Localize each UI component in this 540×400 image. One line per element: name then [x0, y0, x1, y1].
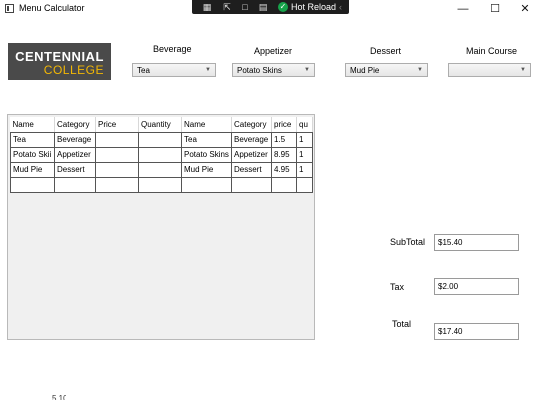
window-app-icon	[5, 4, 14, 13]
column-header[interactable]: Category	[54, 117, 96, 133]
hot-reload-status-icon: ✓	[278, 2, 288, 12]
table-row[interactable]: Mud Pie Dessert Mud Pie Dessert 4.95 1	[10, 161, 313, 178]
column-header[interactable]: Name	[10, 117, 55, 133]
tax-field[interactable]: $2.00	[434, 278, 519, 295]
column-header[interactable]: Category	[231, 117, 272, 133]
subtotal-label: SubTotal	[390, 237, 426, 247]
live-visual-tree-icon[interactable]: ▦	[202, 2, 212, 12]
cell-name[interactable]: Mud Pie	[181, 161, 232, 178]
cell-category[interactable]: Beverage	[231, 131, 272, 148]
cell-quantity[interactable]: 1	[296, 131, 313, 148]
cell-name[interactable]: Potato Skins	[181, 146, 232, 163]
display-layout-adorners-icon[interactable]: □	[240, 2, 250, 12]
cell-price[interactable]	[95, 176, 139, 193]
table-row[interactable]: Potato Skii Appetizer Potato Skins Appet…	[10, 146, 313, 163]
column-header[interactable]: qu	[296, 117, 313, 133]
cell-category[interactable]: Beverage	[54, 131, 96, 148]
window-title: Menu Calculator	[19, 3, 85, 13]
column-header[interactable]: Quantity	[138, 117, 182, 133]
cropped-text-fragment: 5.10	[52, 394, 66, 400]
appetizer-combobox[interactable]: Potato Skins ▼	[232, 63, 315, 77]
cell-price[interactable]: 4.95	[271, 161, 297, 178]
column-header[interactable]: price	[271, 117, 297, 133]
close-button[interactable]: ✕	[510, 0, 540, 18]
cell-price[interactable]	[95, 161, 139, 178]
beverage-label: Beverage	[153, 44, 192, 54]
cell-category[interactable]: Appetizer	[231, 146, 272, 163]
cell-name[interactable]: Tea	[181, 131, 232, 148]
appetizer-label: Appetizer	[254, 46, 293, 56]
dessert-combobox[interactable]: Mud Pie ▼	[345, 63, 428, 77]
cell-name[interactable]: Potato Skii	[10, 146, 55, 163]
maximize-button[interactable]: ☐	[480, 0, 510, 18]
cell-quantity[interactable]	[138, 176, 182, 193]
chevron-left-icon[interactable]: ‹	[339, 2, 342, 12]
cell-price[interactable]	[95, 146, 139, 163]
cell-price[interactable]: 8.95	[271, 146, 297, 163]
hot-reload-label: Hot Reload	[291, 2, 337, 12]
cell-quantity[interactable]	[138, 146, 182, 163]
cell-name[interactable]	[10, 176, 55, 193]
cell-category[interactable]: Appetizer	[54, 146, 96, 163]
logo-line1: CENTENNIAL	[15, 49, 104, 64]
cell-price[interactable]: 1.5	[271, 131, 297, 148]
cell-quantity[interactable]: 1	[296, 161, 313, 178]
college-logo: CENTENNIAL COLLEGE	[8, 43, 111, 80]
track-focus-icon[interactable]: ▤	[258, 2, 268, 12]
table-row[interactable]: Tea Beverage Tea Beverage 1.5 1	[10, 131, 313, 148]
dessert-selected-value: Mud Pie	[350, 66, 380, 75]
beverage-selected-value: Tea	[137, 66, 150, 75]
chevron-down-icon: ▼	[205, 67, 211, 73]
cell-price[interactable]	[271, 176, 297, 193]
logo-line2: COLLEGE	[43, 63, 104, 77]
column-header[interactable]: Price	[95, 117, 139, 133]
order-table: Name Category Price Quantity Name Catego…	[10, 117, 313, 193]
appetizer-selected-value: Potato Skins	[237, 66, 282, 75]
subtotal-field[interactable]: $15.40	[434, 234, 519, 251]
cell-quantity[interactable]	[138, 161, 182, 178]
cell-quantity[interactable]: 1	[296, 146, 313, 163]
cell-name[interactable]: Mud Pie	[10, 161, 55, 178]
cell-price[interactable]	[95, 131, 139, 148]
column-header[interactable]: Name	[181, 117, 232, 133]
cell-quantity[interactable]	[138, 131, 182, 148]
new-item-row[interactable]	[10, 176, 313, 193]
main-course-combobox[interactable]: ▼	[448, 63, 531, 77]
cell-name[interactable]	[181, 176, 232, 193]
order-datagrid[interactable]: Name Category Price Quantity Name Catego…	[7, 114, 315, 340]
header-row: Name Category Price Quantity Name Catego…	[10, 117, 313, 133]
tax-label: Tax	[390, 282, 405, 292]
chevron-down-icon: ▼	[417, 67, 423, 73]
cell-category[interactable]: Dessert	[231, 161, 272, 178]
select-element-icon[interactable]: ⇱	[222, 2, 232, 12]
cell-category[interactable]: Dessert	[54, 161, 96, 178]
main-course-label: Main Course	[466, 46, 518, 56]
cell-quantity[interactable]	[296, 176, 313, 193]
dessert-label: Dessert	[370, 46, 402, 56]
chevron-down-icon: ▼	[304, 67, 310, 73]
chevron-down-icon: ▼	[520, 67, 526, 73]
cell-name[interactable]: Tea	[10, 131, 55, 148]
xaml-debug-toolbar: ▦ ⇱ □ ▤ ✓ Hot Reload ‹	[192, 0, 349, 14]
cell-category[interactable]	[231, 176, 272, 193]
beverage-combobox[interactable]: Tea ▼	[132, 63, 216, 77]
cell-category[interactable]	[54, 176, 96, 193]
total-field[interactable]: $17.40	[434, 323, 519, 340]
total-label: Total	[392, 319, 412, 329]
minimize-button[interactable]: —	[448, 0, 478, 18]
